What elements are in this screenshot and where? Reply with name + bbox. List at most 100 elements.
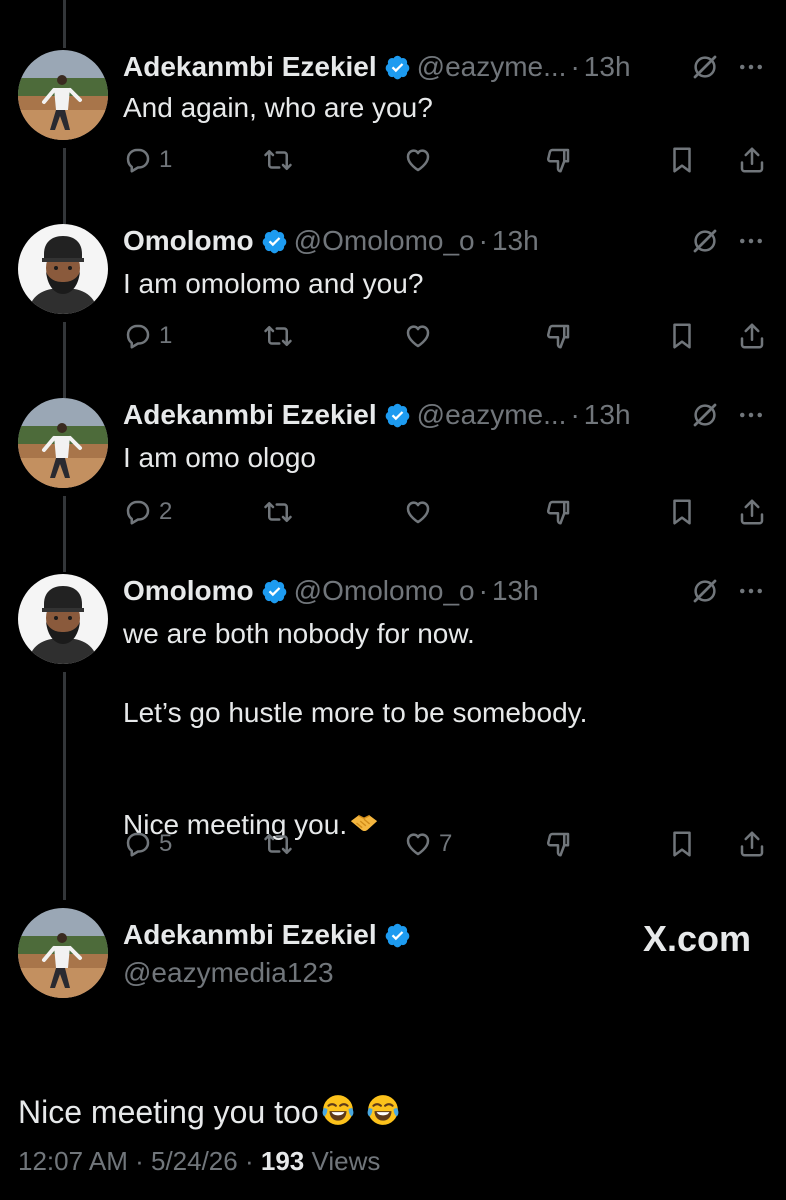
bookmark-icon [667,497,697,527]
reply-count: 1 [159,146,173,173]
like-icon [403,321,433,351]
joy-emoji-icon [361,1093,405,1127]
separator: · [135,1146,151,1176]
xcom-watermark: X.com [642,918,751,959]
bookmark-button[interactable] [667,492,697,532]
tweet-text-line: Let’s go hustle more to be somebody. [123,697,588,728]
grok-icon[interactable] [690,400,720,430]
tweet-time[interactable]: 13h [584,51,631,83]
author-handle[interactable]: @eazymedia123 [123,957,334,989]
tweet-date[interactable]: 5/24/26 [151,1146,238,1176]
more-icon[interactable] [734,576,768,606]
reply-icon [123,145,153,175]
retweet-icon [263,497,293,527]
share-icon [737,145,767,175]
retweet-icon [263,145,293,175]
author-name[interactable]: Omolomo [123,225,254,257]
downvote-icon [543,145,573,175]
downvote-icon [543,497,573,527]
like-count: 7 [439,830,453,857]
share-button[interactable] [737,824,767,864]
retweet-button[interactable] [263,492,293,532]
reply-count: 5 [159,830,173,857]
bookmark-icon [667,145,697,175]
share-icon [737,497,767,527]
like-button[interactable] [403,492,433,532]
bookmark-button[interactable] [667,824,697,864]
downvote-button[interactable] [543,824,573,864]
separator: · [570,399,580,430]
grok-icon[interactable] [690,226,720,256]
like-button[interactable] [403,140,433,180]
author-name[interactable]: Adekanmbi Ezekiel [123,919,377,951]
avatar[interactable] [18,908,108,998]
separator: · [478,225,488,256]
tweet-time[interactable]: 13h [492,575,539,607]
joy-emoji-icon [319,1093,357,1127]
author-handle[interactable]: @eazyme... [417,399,567,431]
more-icon[interactable] [734,400,768,430]
author-name[interactable]: Omolomo [123,575,254,607]
verified-badge-icon [384,54,411,81]
author-name[interactable]: Adekanmbi Ezekiel [123,399,377,431]
tweet-time[interactable]: 12:07 AM [18,1146,128,1176]
reply-button[interactable]: 1 [123,140,172,180]
like-icon [403,145,433,175]
share-button[interactable] [737,492,767,532]
bookmark-button[interactable] [667,316,697,356]
tweet-text: Nice meeting you too [18,1094,319,1130]
verified-badge-icon [384,922,411,949]
verified-badge-icon [261,578,288,605]
grok-icon[interactable] [690,52,720,82]
verified-badge-icon [384,402,411,429]
retweet-button[interactable] [263,140,293,180]
avatar[interactable] [18,574,108,664]
reply-button[interactable]: 1 [123,316,172,356]
share-icon [737,829,767,859]
retweet-icon [263,321,293,351]
grok-icon[interactable] [690,576,720,606]
retweet-button[interactable] [263,824,293,864]
thread-line [63,148,66,224]
bookmark-icon [667,321,697,351]
author-handle[interactable]: @Omolomo_o [294,225,475,257]
retweet-button[interactable] [263,316,293,356]
share-button[interactable] [737,316,767,356]
downvote-button[interactable] [543,492,573,532]
like-icon [403,497,433,527]
author-name[interactable]: Adekanmbi Ezekiel [123,51,377,83]
views-label: Views [311,1146,381,1176]
reply-count: 2 [159,498,173,525]
avatar[interactable] [18,224,108,314]
tweet-text-line: we are both nobody for now. [123,618,475,649]
bookmark-button[interactable] [667,140,697,180]
thread-line [63,672,66,900]
like-button[interactable]: 7 [403,824,452,864]
verified-badge-icon [261,228,288,255]
downvote-button[interactable] [543,140,573,180]
reply-icon [123,829,153,859]
action-bar: 1 [123,316,773,356]
tweet-time[interactable]: 13h [492,225,539,257]
like-button[interactable] [403,316,433,356]
share-button[interactable] [737,140,767,180]
tweet-text: I am omo ologo [123,442,316,473]
thread-line [63,0,66,48]
tweet-text: I am omolomo and you? [123,268,424,299]
main-tweet-text: Nice meeting you too [18,1052,405,1132]
avatar[interactable] [18,398,108,488]
more-icon[interactable] [734,52,768,82]
author-handle[interactable]: @Omolomo_o [294,575,475,607]
downvote-button[interactable] [543,316,573,356]
tweet-time[interactable]: 13h [584,399,631,431]
thread-line [63,496,66,572]
reply-button[interactable]: 5 [123,824,172,864]
reply-button[interactable]: 2 [123,492,172,532]
views-count: 193 [260,1146,305,1176]
tweet-meta: 12:07 AM · 5/24/26 · 193 Views [18,1146,380,1177]
reply-icon [123,321,153,351]
separator: · [478,575,488,606]
more-icon[interactable] [734,226,768,256]
avatar[interactable] [18,50,108,140]
author-handle[interactable]: @eazyme... [417,51,567,83]
